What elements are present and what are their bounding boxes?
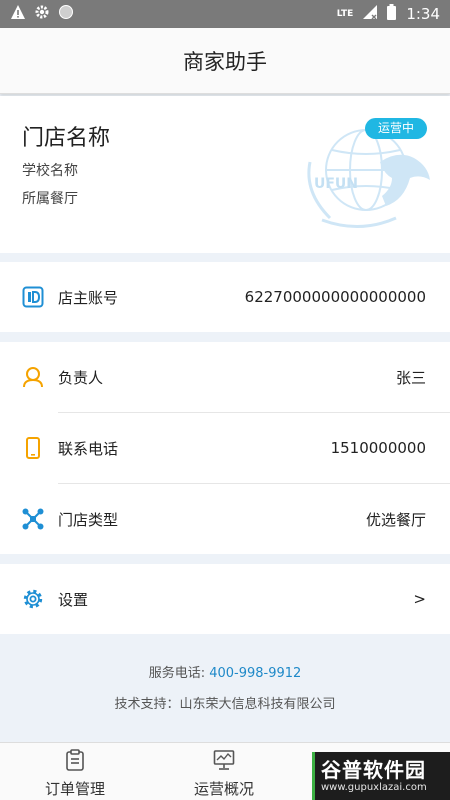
phone-icon: [22, 437, 44, 459]
watermark-logo: 谷普软件园 www.gupuxlazai.com: [312, 752, 450, 800]
account-label: 店主账号: [58, 288, 119, 307]
clipboard-icon: [65, 749, 85, 775]
manager-value: 张三: [395, 368, 426, 387]
phone-row[interactable]: 联系电话 1510000000: [0, 413, 450, 483]
settings-section: 设置 >: [0, 564, 450, 634]
account-row[interactable]: 店主账号 6227000000000000000: [0, 262, 450, 332]
id-card-icon: [22, 286, 44, 308]
watermark-title: 谷普软件园: [321, 758, 426, 782]
manager-label: 负责人: [58, 368, 104, 387]
warning-icon: [10, 4, 26, 24]
network-type: LTE: [336, 8, 354, 19]
account-section: 店主账号 6227000000000000000: [0, 262, 450, 332]
circle-icon: [58, 4, 74, 24]
monitor-icon: [213, 749, 235, 775]
network-nodes-icon: [22, 508, 44, 530]
watermark-url: www.gupuxlazai.com: [321, 782, 427, 793]
settings-row[interactable]: 设置 >: [0, 564, 450, 634]
tab-overview[interactable]: 运营概况: [164, 743, 284, 800]
status-badge: 运营中: [365, 118, 427, 139]
account-value: 6227000000000000000: [244, 288, 426, 306]
info-section: 负责人 张三 联系电话 1510000000 门店类型 优选餐厅: [0, 342, 450, 554]
settings-gear-icon: [34, 4, 50, 24]
store-school: 学校名称: [22, 163, 78, 179]
footer: 服务电话: 400-998-9912 技术支持：山东荣大信息科技有限公司: [0, 662, 450, 742]
phone-value: 1510000000: [330, 439, 426, 457]
tab-orders[interactable]: 订单管理: [15, 743, 135, 800]
gear-icon: [22, 588, 44, 610]
tech-support: 技术支持：山东荣大信息科技有限公司: [114, 697, 336, 712]
tab-overview-label: 运营概况: [193, 780, 254, 798]
status-bar: LTE 1:34: [0, 0, 450, 28]
clock: 1:34: [406, 5, 440, 23]
tab-orders-label: 订单管理: [44, 780, 105, 798]
store-type-value: 优选餐厅: [365, 510, 426, 529]
settings-label: 设置: [58, 590, 89, 609]
person-icon: [22, 366, 44, 388]
page-title: 商家助手: [183, 49, 267, 74]
store-canteen: 所属餐厅: [22, 191, 78, 207]
ufun-logo: UFUN: [307, 129, 430, 229]
store-type-row[interactable]: 门店类型 优选餐厅: [0, 484, 450, 554]
manager-row[interactable]: 负责人 张三: [0, 342, 450, 412]
service-label: 服务电话:: [148, 666, 206, 681]
phone-label: 联系电话: [58, 439, 119, 458]
chevron-right-icon: >: [413, 590, 426, 608]
signal-icon: [363, 5, 378, 23]
logo-text: UFUN: [314, 176, 358, 192]
store-card: 门店名称 学校名称 所属餐厅 UFUN 运营中: [0, 96, 450, 253]
store-name: 门店名称: [22, 126, 111, 151]
app-bar: 商家助手: [0, 28, 450, 94]
service-phone-link[interactable]: 400-998-9912: [209, 666, 301, 681]
store-type-label: 门店类型: [58, 510, 119, 529]
battery-icon: [387, 4, 397, 24]
